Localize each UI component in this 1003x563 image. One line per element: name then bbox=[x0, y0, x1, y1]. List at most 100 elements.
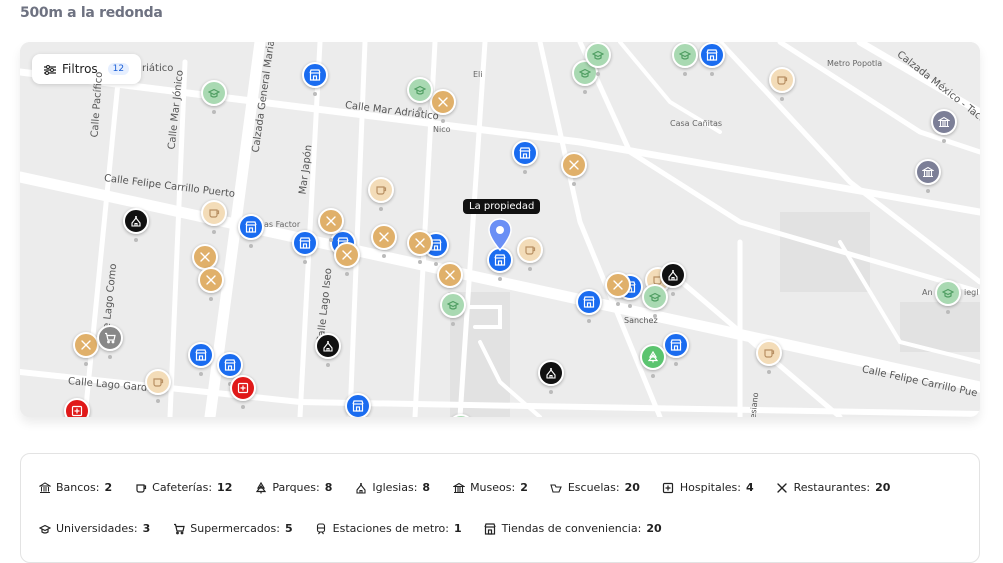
tienda-map-pin[interactable] bbox=[576, 289, 602, 323]
escuela-icon bbox=[585, 42, 611, 68]
iglesia-map-pin[interactable] bbox=[123, 208, 149, 242]
pin-anchor bbox=[84, 362, 88, 366]
cafeteria-map-pin[interactable] bbox=[756, 340, 782, 374]
restaurante-map-pin[interactable] bbox=[561, 152, 587, 186]
legend-label: Bancos: bbox=[56, 481, 100, 494]
iglesia-map-pin[interactable] bbox=[315, 333, 341, 367]
cafeteria-icon bbox=[145, 369, 171, 395]
filters-button[interactable]: Filtros 12 bbox=[32, 54, 142, 84]
tienda-map-pin[interactable] bbox=[512, 140, 538, 174]
tienda-map-pin[interactable] bbox=[699, 42, 725, 76]
tienda-map-pin[interactable] bbox=[292, 230, 318, 264]
supermercado-icon bbox=[97, 325, 123, 351]
pin-anchor bbox=[651, 374, 655, 378]
legend-item: Escuelas: 20 bbox=[550, 481, 640, 494]
legend-item: Parques: 8 bbox=[254, 481, 332, 494]
pin-anchor bbox=[671, 292, 675, 296]
iglesia-icon bbox=[538, 360, 564, 386]
legend-label: Parques: bbox=[272, 481, 320, 494]
property-marker[interactable] bbox=[487, 218, 513, 252]
restaurante-icon bbox=[334, 242, 360, 268]
store-icon bbox=[484, 522, 497, 535]
tienda-map-pin[interactable] bbox=[302, 62, 328, 96]
hospital-map-pin[interactable] bbox=[230, 375, 256, 409]
page-title: 500m a la redonda bbox=[20, 5, 163, 21]
cafeteria-map-pin[interactable] bbox=[145, 369, 171, 403]
legend-label: Iglesias: bbox=[372, 481, 418, 494]
legend-item: Hospitales: 4 bbox=[662, 481, 754, 494]
legend-item: Estaciones de metro: 1 bbox=[315, 522, 462, 535]
tienda-map-pin[interactable] bbox=[487, 247, 513, 281]
tienda-map-pin[interactable] bbox=[238, 214, 264, 248]
supermercado-map-pin[interactable] bbox=[97, 325, 123, 359]
escuela-map-pin[interactable] bbox=[440, 292, 466, 326]
tienda-map-pin[interactable] bbox=[663, 332, 689, 366]
tienda-map-pin[interactable] bbox=[345, 393, 371, 417]
map[interactable]: Filtros 12 riático Calle Mar Adriático C… bbox=[20, 42, 980, 417]
hospital-icon bbox=[64, 398, 90, 417]
tienda-icon bbox=[302, 62, 328, 88]
iglesia-icon bbox=[660, 262, 686, 288]
hospital-map-pin[interactable] bbox=[64, 398, 90, 417]
cafeteria-map-pin[interactable] bbox=[517, 237, 543, 271]
place-label: Casa Cañitas bbox=[670, 119, 723, 128]
restaurante-map-pin[interactable] bbox=[198, 267, 224, 301]
pin-anchor bbox=[134, 238, 138, 242]
museo-map-pin[interactable] bbox=[931, 109, 957, 143]
escuela-map-pin[interactable] bbox=[935, 280, 961, 314]
tienda-icon bbox=[345, 393, 371, 417]
restaurante-map-pin[interactable] bbox=[605, 272, 631, 306]
pin-anchor bbox=[329, 238, 333, 242]
cafeteria-map-pin[interactable] bbox=[769, 67, 795, 101]
restaurante-map-pin[interactable] bbox=[407, 230, 433, 264]
legend-label: Universidades: bbox=[56, 522, 138, 535]
iglesia-map-pin[interactable] bbox=[538, 360, 564, 394]
restaurante-map-pin[interactable] bbox=[371, 224, 397, 258]
hospital-icon bbox=[662, 481, 675, 494]
legend-item: Cafeterías: 12 bbox=[134, 481, 232, 494]
escuela-map-pin[interactable] bbox=[407, 77, 433, 111]
legend-count: 8 bbox=[422, 481, 431, 494]
cafeteria-icon bbox=[756, 340, 782, 366]
restaurante-map-pin[interactable] bbox=[437, 262, 463, 296]
iglesia-map-pin[interactable] bbox=[660, 262, 686, 296]
restaurante-icon bbox=[198, 267, 224, 293]
pin-anchor bbox=[926, 189, 930, 193]
place-label: Metro Popotla bbox=[827, 59, 883, 68]
escuela-map-pin[interactable] bbox=[585, 42, 611, 76]
cafeteria-icon bbox=[368, 177, 394, 203]
legend-count: 8 bbox=[324, 481, 333, 494]
legend-label: Tiendas de conveniencia: bbox=[501, 522, 642, 535]
cafeteria-icon bbox=[769, 67, 795, 93]
restaurante-map-pin[interactable] bbox=[430, 89, 456, 123]
legend-label: Supermercados: bbox=[190, 522, 280, 535]
restaurante-icon bbox=[430, 89, 456, 115]
pin-anchor bbox=[418, 107, 422, 111]
restaurante-map-pin[interactable] bbox=[334, 242, 360, 276]
parque-map-pin[interactable] bbox=[640, 344, 666, 378]
legend-label: Restaurantes: bbox=[793, 481, 871, 494]
tienda-icon bbox=[576, 289, 602, 315]
museo-map-pin[interactable] bbox=[915, 159, 941, 193]
cafeteria-map-pin[interactable] bbox=[201, 200, 227, 234]
pin-anchor bbox=[946, 310, 950, 314]
tienda-map-pin[interactable] bbox=[188, 342, 214, 376]
restaurante-map-pin[interactable] bbox=[73, 332, 99, 366]
restaurante-map-pin[interactable] bbox=[318, 208, 344, 242]
pin-anchor bbox=[780, 97, 784, 101]
escuela-map-pin[interactable] bbox=[201, 80, 227, 114]
cafeteria-map-pin[interactable] bbox=[368, 177, 394, 211]
escuela-icon bbox=[672, 42, 698, 68]
legend-label: Escuelas: bbox=[567, 481, 620, 494]
museo-icon bbox=[915, 159, 941, 185]
escuela-map-pin[interactable] bbox=[672, 42, 698, 76]
property-label: La propiedad bbox=[463, 199, 541, 214]
bank-icon bbox=[38, 481, 51, 494]
pin-anchor bbox=[313, 92, 317, 96]
pin-anchor bbox=[382, 254, 386, 258]
legend-item: Museos: 2 bbox=[452, 481, 528, 494]
legend-item: Tiendas de conveniencia: 20 bbox=[484, 522, 662, 535]
legend-count: 1 bbox=[453, 522, 462, 535]
cafeteria-icon bbox=[201, 200, 227, 226]
escuela-map-pin[interactable] bbox=[448, 414, 474, 417]
